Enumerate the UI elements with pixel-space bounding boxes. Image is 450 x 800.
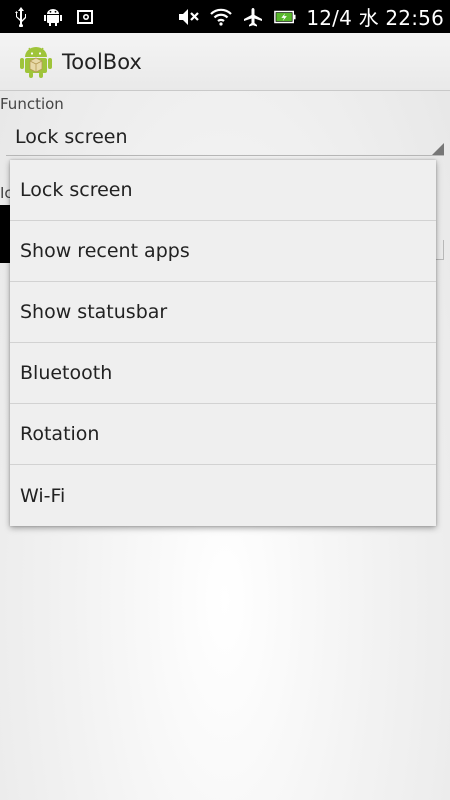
function-label: Function <box>0 95 64 113</box>
screenshot-icon <box>74 6 96 28</box>
function-dropdown-list: Lock screen Show recent apps Show status… <box>10 160 436 526</box>
dropdown-option-show-recent-apps[interactable]: Show recent apps <box>10 221 436 282</box>
dropdown-option-lock-screen[interactable]: Lock screen <box>10 160 436 221</box>
dropdown-option-bluetooth[interactable]: Bluetooth <box>10 343 436 404</box>
wifi-icon <box>210 6 233 28</box>
mute-icon <box>178 6 200 28</box>
dropdown-option-rotation[interactable]: Rotation <box>10 404 436 465</box>
action-bar: ToolBox <box>0 33 450 91</box>
function-spinner[interactable]: Lock screen <box>6 118 444 156</box>
function-spinner-value: Lock screen <box>15 126 128 148</box>
dropdown-option-show-statusbar[interactable]: Show statusbar <box>10 282 436 343</box>
status-left-icons <box>10 6 96 28</box>
battery-charging-icon <box>274 6 296 28</box>
status-right-icons: 12/4 水 22:56 <box>178 2 444 31</box>
airplane-icon <box>242 6 264 28</box>
status-bar: 12/4 水 22:56 <box>0 0 450 33</box>
spinner-arrow-icon <box>432 143 444 155</box>
app-title: ToolBox <box>62 49 142 74</box>
android-app-icon[interactable] <box>18 44 54 80</box>
status-time: 12/4 水 22:56 <box>306 6 444 30</box>
icon-spinner-edge <box>436 240 444 260</box>
android-debug-icon <box>42 6 64 28</box>
dropdown-option-wifi[interactable]: Wi-Fi <box>10 465 436 526</box>
usb-icon <box>10 6 32 28</box>
